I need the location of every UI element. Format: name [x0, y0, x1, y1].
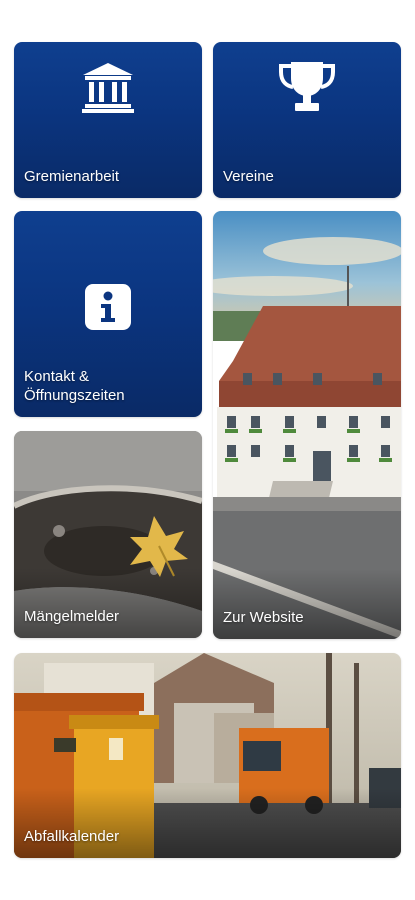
tile-website[interactable]: Zur Website: [213, 211, 401, 639]
tile-website-label: Zur Website: [223, 609, 304, 626]
building-columns-icon: [81, 60, 135, 119]
tile-kontakt[interactable]: Kontakt & Öffnungszeiten: [14, 211, 202, 417]
tile-maengelmelder-label: Mängelmelder: [24, 608, 120, 625]
tile-maengelmelder[interactable]: Mängelmelder: [14, 431, 202, 638]
tile-abfallkalender[interactable]: Abfallkalender: [14, 653, 401, 858]
tile-abfallkalender-label: Abfallkalender: [24, 828, 120, 845]
info-icon: [84, 283, 132, 336]
tile-vereine-label: Vereine: [223, 168, 274, 185]
tile-kontakt-label: Kontakt & Öffnungszeiten: [24, 368, 125, 404]
tile-gremienarbeit[interactable]: Gremienarbeit: [14, 42, 202, 198]
trophy-icon: [277, 60, 337, 119]
tile-vereine[interactable]: Vereine: [213, 42, 401, 198]
tile-gremienarbeit-label: Gremienarbeit: [24, 168, 120, 185]
